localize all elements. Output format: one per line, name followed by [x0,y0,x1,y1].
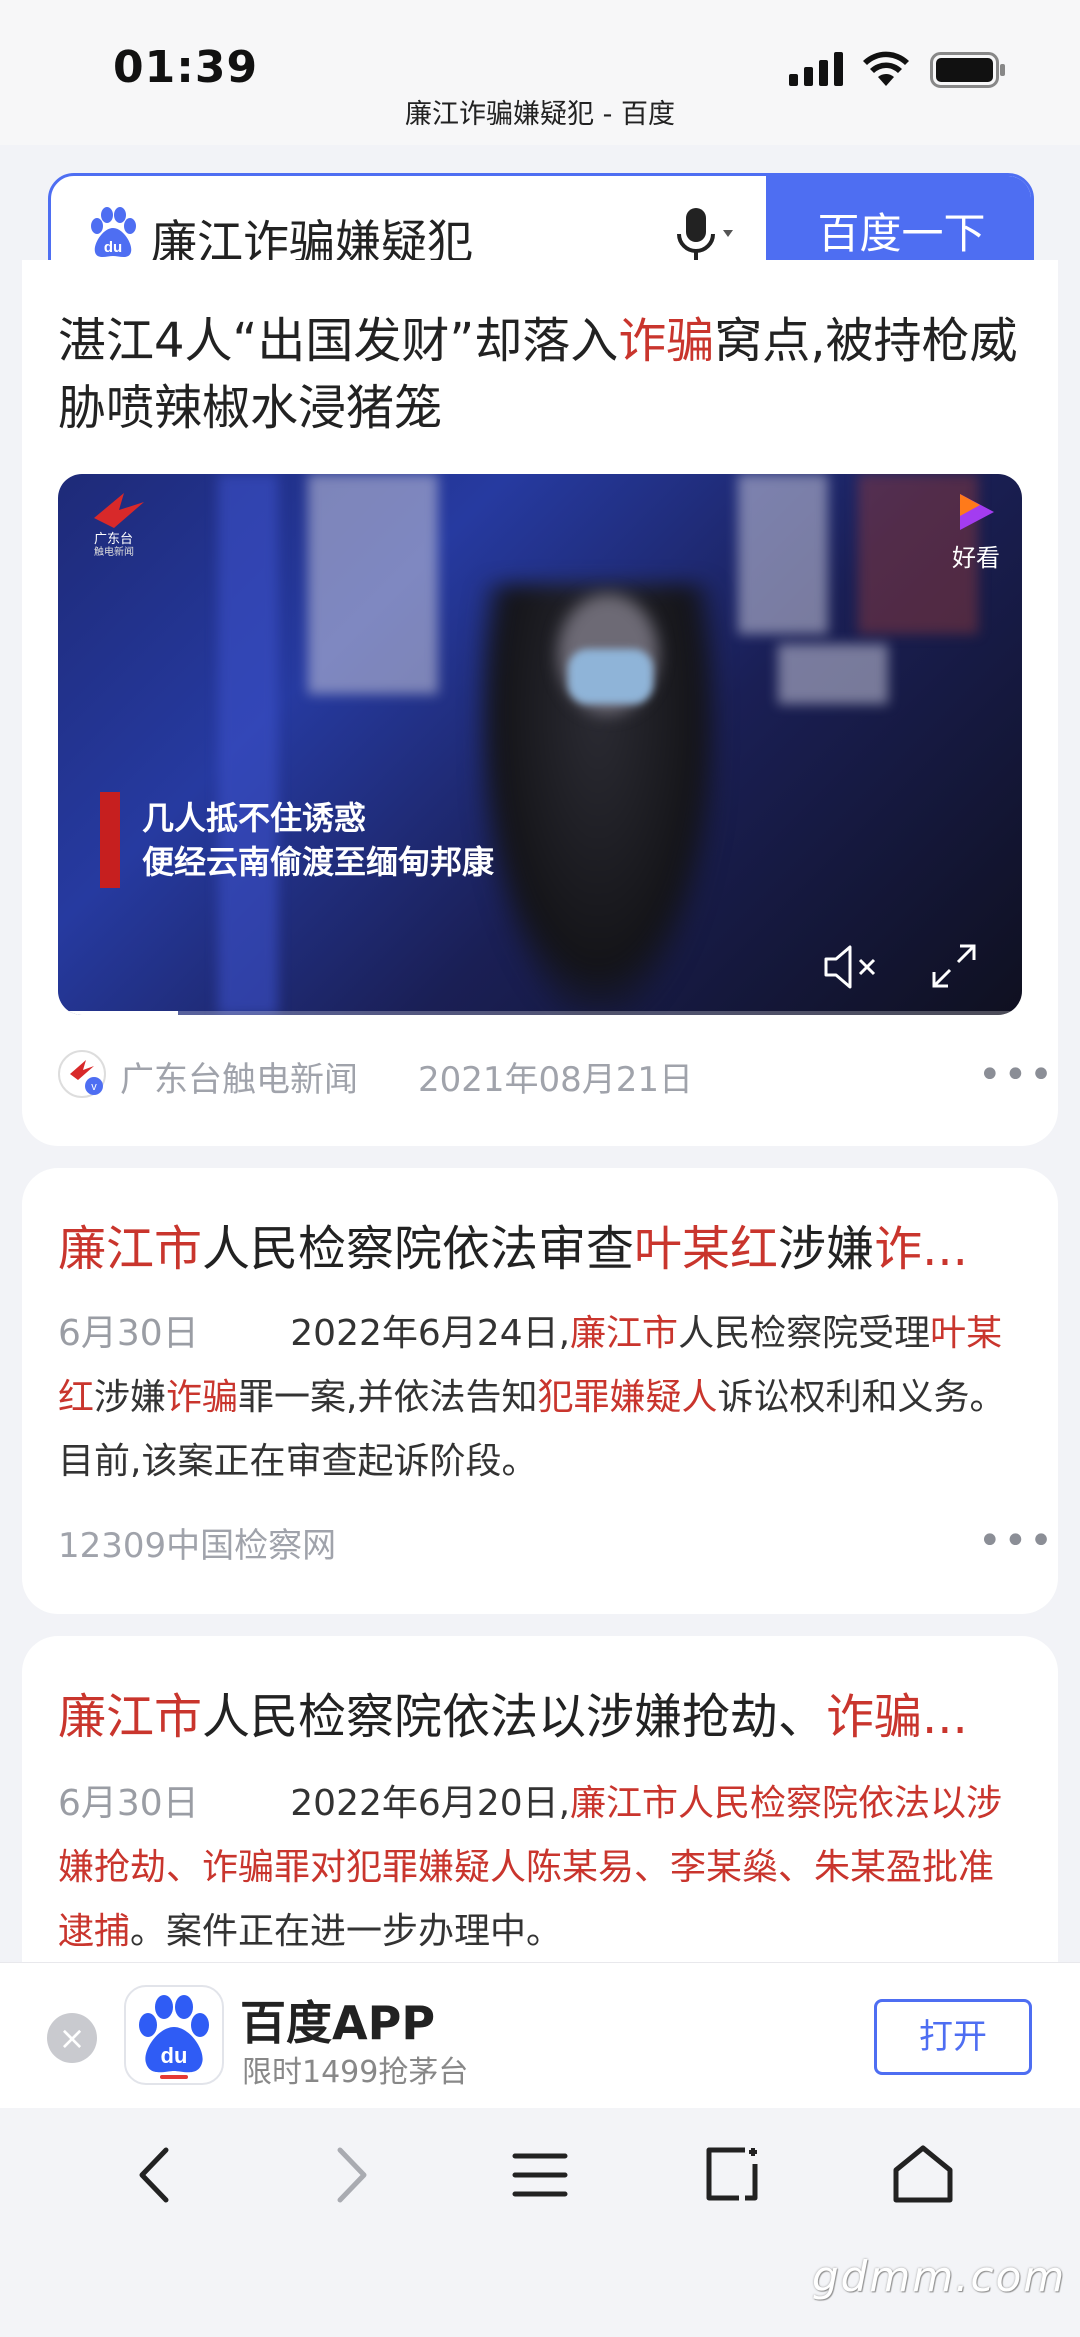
title-keyword: 廉江市 [58,1221,203,1277]
menu-icon[interactable] [505,2140,575,2210]
result-source: 广东台触电新闻 [120,1060,358,1100]
microphone-icon[interactable] [671,204,741,266]
source-logo-icon: v [70,1060,103,1095]
video-progress[interactable] [58,1011,1022,1015]
title-text: 涉嫌 [778,1221,875,1277]
open-app-button[interactable]: 打开 [874,1999,1032,2075]
caption-line: 便经云南偷渡至缅甸邦康 [142,843,495,881]
svg-text:触电新闻: 触电新闻 [94,545,134,558]
snippet-text: 涉嫌 [94,1377,167,1418]
title-keyword: 叶某红 [634,1221,779,1277]
snippet-text: 2022年6月20日, [290,1783,571,1824]
video-caption: 几人抵不住诱惑 便经云南偷渡至缅甸邦康 [142,796,494,884]
svg-text:du: du [161,2043,188,2068]
result-snippet: 6月30日 2022年6月20日,廉江市人民检察院依法以涉嫌抢劫、诈骗罪对犯罪嫌… [58,1772,1028,1964]
snippet-text: 人民检察院受理 [678,1313,931,1354]
snippet-keyword: 诈骗 [166,1377,239,1418]
result-title[interactable]: 湛江4人“出国发财”却落入诈骗窝点,被持枪威胁喷辣椒水浸猪笼 [58,308,1028,442]
baidu-app-icon[interactable]: du [124,1985,224,2085]
snippet-text: 2022年6月24日, [290,1313,571,1354]
snippet-date: 6月30日 [58,1313,199,1354]
more-options-button[interactable]: ••• [978,1518,1055,1564]
fullscreen-icon[interactable] [930,942,978,990]
title-text: 人民检察院依法审查 [202,1221,635,1277]
result-source: 12309中国检察网 [58,1526,337,1566]
svg-text:广东台: 广东台 [94,531,133,546]
home-icon[interactable] [888,2140,958,2210]
snippet-date: 6月30日 [58,1783,199,1824]
close-button[interactable]: × [47,2013,97,2063]
video-player[interactable]: 广东台 触电新闻 好看 几人抵不住诱惑 便经云南偷渡至缅甸邦康 [58,474,1022,1015]
svg-text:du: du [104,239,122,256]
guangdong-tv-logo: 广东台 触电新闻 [94,493,144,558]
caption-line: 几人抵不住诱惑 [142,799,367,837]
title-keyword: 诈骗... [826,1689,968,1745]
tabs-icon[interactable] [697,2140,767,2210]
app-promo: 限时1499抢茅台 [242,2055,469,2090]
title-text: 人民检察院依法以涉嫌抢劫、 [202,1689,827,1745]
title-text: 湛江4人“出国发财”却落入 [58,313,619,369]
baidu-paw-icon: du [91,207,136,257]
snippet-text: 罪一案,并依法告知 [238,1377,538,1418]
snippet-keyword: 犯罪嫌疑人 [537,1377,718,1418]
back-icon[interactable] [122,2140,192,2210]
mute-icon[interactable] [822,942,882,992]
caption-accent [100,792,120,888]
status-time: 01:39 [113,42,259,93]
forward-icon[interactable] [314,2140,384,2210]
title-keyword: 廉江市 [58,1689,203,1745]
video-mask [568,649,653,704]
baidu-paw-icon: du [139,1995,209,2079]
haokan-logo: 好看 [948,492,1004,572]
app-download-banner: × du 百度APP 限时1499抢茅台 打开 [0,1962,1080,2108]
page-title: 廉江诈骗嫌疑犯 - 百度 [405,99,675,130]
battery-icon [930,52,1005,88]
title-keyword: 诈骗 [618,313,715,369]
result-snippet: 6月30日 2022年6月24日,廉江市人民检察院受理叶某红涉嫌诈骗罪一案,并依… [58,1302,1028,1494]
more-options-button[interactable]: ••• [978,1052,1055,1098]
watermark: gdmm.com [812,2252,1067,2301]
title-keyword: 诈... [874,1221,968,1277]
result-title[interactable]: 廉江市人民检察院依法审查叶某红涉嫌诈... [58,1216,1028,1283]
haokan-label: 好看 [952,544,1000,572]
result-date: 2021年08月21日 [418,1060,694,1100]
cellular-signal-icon [789,52,843,86]
app-name: 百度APP [240,1996,436,2050]
svg-text:v: v [91,1081,97,1093]
snippet-text: 。案件正在进一步办理中。 [130,1911,563,1952]
result-title[interactable]: 廉江市人民检察院依法以涉嫌抢劫、诈骗... [58,1684,1028,1751]
source-avatar: v [58,1050,106,1098]
snippet-keyword: 廉江市 [570,1313,679,1354]
wifi-icon [863,51,909,86]
haokan-play-icon [960,494,994,530]
